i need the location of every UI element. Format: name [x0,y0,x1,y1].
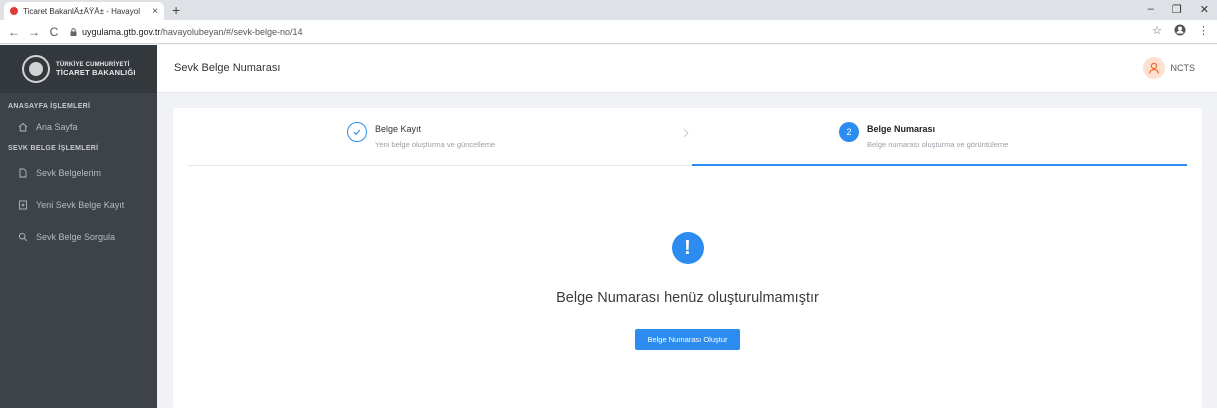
main-card: Belge Kayıt Yeni belge oluşturma ve günc… [173,108,1202,408]
logo[interactable]: TÜRKİYE CUMHURİYETİ TİCARET BAKANLIĞI [0,45,157,93]
document-icon [18,168,28,178]
tab-title: Ticaret BakanlÄ±ÄŸÄ± - Havayol [23,6,140,16]
sidebar-item-label: Ana Sayfa [36,122,78,132]
step-title: Belge Kayıt [375,124,422,134]
steps: Belge Kayıt Yeni belge oluşturma ve günc… [187,108,1187,166]
sidebar-item-sevk-belgelerim[interactable]: Sevk Belgelerim [0,158,157,188]
sidebar-item-home[interactable]: Ana Sayfa [0,112,157,142]
sidebar: TÜRKİYE CUMHURİYETİ TİCARET BAKANLIĞI AN… [0,45,157,408]
reload-icon[interactable]: C [48,25,60,39]
home-icon [18,122,28,132]
sidebar-item-label: Yeni Sevk Belge Kayıt [36,200,125,210]
user-menu[interactable]: NCTS [1142,57,1196,79]
page-title: Sevk Belge Numarası [174,62,281,74]
tab-close-icon[interactable]: × [152,6,158,17]
forward-icon[interactable]: → [28,25,40,39]
browser-tab[interactable]: Ticaret BakanlÄ±ÄŸÄ± - Havayol × [4,2,164,20]
step-subtitle: Yeni belge oluşturma ve güncelleme [375,140,496,149]
create-document-number-button[interactable]: Belge Numarası Oluştur [635,329,740,350]
step-belge-numarasi[interactable]: 2 Belge Numarası Belge numarası oluşturm… [839,122,1008,149]
document-add-icon [18,200,28,210]
chevron-right-icon [683,128,689,138]
sidebar-item-label: Sevk Belgelerim [36,168,102,178]
browser-tabbar: Ticaret BakanlÄ±ÄŸÄ± - Havayol × + – ❐ ✕ [0,0,1217,20]
step-title: Belge Numarası [867,124,936,134]
section-heading-home: ANASAYFA İŞLEMLERİ [8,103,91,110]
ministry-emblem-icon [22,55,50,83]
maximize-icon[interactable]: ❐ [1172,3,1182,16]
address-bar: ← → C uygulama.gtb.gov.tr/havayolubeyan/… [0,20,1217,44]
lock-icon [70,27,77,36]
profile-icon[interactable] [1174,24,1186,36]
logo-line2: TİCARET BAKANLIĞI [56,68,136,77]
step-belge-kayit[interactable]: Belge Kayıt Yeni belge oluşturma ve günc… [347,122,495,149]
favicon-icon [10,7,18,15]
back-icon[interactable]: ← [8,25,20,39]
new-tab-button[interactable]: + [172,2,180,18]
bookmark-star-icon[interactable]: ☆ [1152,24,1162,37]
url-field[interactable]: uygulama.gtb.gov.tr/havayolubeyan/#/sevk… [70,27,303,37]
step-subtitle: Belge numarası oluşturma ve görüntüleme [867,140,1009,149]
sidebar-item-sevk-belge-sorgula[interactable]: Sevk Belge Sorgula [0,222,157,252]
minimize-icon[interactable]: – [1148,3,1154,16]
app-header: Sevk Belge Numarası NCTS [157,45,1217,93]
user-name: NCTS [1170,63,1196,73]
active-step-indicator [692,164,1187,166]
step-number: 2 [839,122,859,142]
sidebar-item-yeni-sevk-belge-kayit[interactable]: Yeni Sevk Belge Kayıt [0,190,157,220]
close-window-icon[interactable]: ✕ [1200,3,1209,16]
exclamation-icon: ! [671,232,704,264]
checkmark-icon [347,122,367,142]
empty-state-message: Belge Numarası henüz oluşturulmamıştır [556,290,819,306]
avatar-icon [1142,57,1165,79]
empty-state: ! Belge Numarası henüz oluşturulmamıştır… [173,232,1202,350]
sidebar-item-label: Sevk Belge Sorgula [36,232,116,242]
url-path: /havayolubeyan/#/sevk-belge-no/14 [160,26,303,37]
window-controls: – ❐ ✕ [1148,3,1209,16]
url-domain: uygulama.gtb.gov.tr [82,26,161,37]
browser-menu-icon[interactable]: ⋮ [1198,24,1209,37]
section-heading-sevk: SEVK BELGE İŞLEMLERİ [8,145,99,152]
search-icon [18,232,28,242]
